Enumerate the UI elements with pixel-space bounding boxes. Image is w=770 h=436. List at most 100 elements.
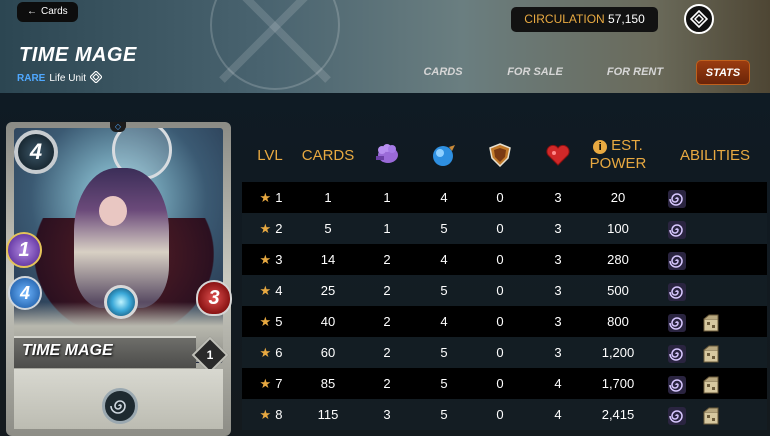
star-icon: ★ xyxy=(259,314,272,329)
spiral-ability-icon[interactable] xyxy=(662,306,692,337)
tab-for-rent[interactable]: FOR RENT xyxy=(598,60,672,85)
card-melee-stat: 1 xyxy=(6,232,42,268)
level-value: 6 xyxy=(275,345,283,360)
cards-cell: 60 xyxy=(320,345,336,360)
melee-cell: 1 xyxy=(383,221,391,236)
level-value: 2 xyxy=(275,221,283,236)
melee-cell: 2 xyxy=(383,376,391,391)
health-cell: 4 xyxy=(554,407,562,422)
table-row: ★ 1 1 1 4 0 3 20 xyxy=(242,182,767,213)
level-cell: ★ 8 xyxy=(242,399,300,430)
header-power-line2: POWER xyxy=(589,155,647,172)
header-abilities: ABILITIES xyxy=(679,146,751,164)
card-image: ◇ 4 1 4 3 TIME MAGE 1 xyxy=(6,122,232,436)
speed-cell: 5 xyxy=(440,407,448,422)
arrow-left-icon: ← xyxy=(27,6,37,17)
spiral-ability-icon[interactable] xyxy=(662,213,692,244)
crate-ability-icon[interactable] xyxy=(696,368,726,399)
level-value: 8 xyxy=(275,407,283,422)
spiral-ability-icon[interactable] xyxy=(662,337,692,368)
cards-cell: 14 xyxy=(320,252,336,267)
star-icon: ★ xyxy=(259,376,272,391)
spiral-ability-icon[interactable] xyxy=(662,399,692,430)
level-value: 7 xyxy=(275,376,283,391)
back-to-cards-button[interactable]: ← Cards xyxy=(17,2,78,22)
star-icon: ★ xyxy=(259,407,272,422)
card-level: 1 xyxy=(206,348,214,362)
header-power-line1: EST. xyxy=(611,137,643,154)
health-cell: 3 xyxy=(554,221,562,236)
speed-icon xyxy=(418,128,470,182)
speed-cell: 4 xyxy=(440,314,448,329)
power-cell: 1,200 xyxy=(601,345,635,360)
spiral-ability-icon[interactable] xyxy=(662,275,692,306)
cards-cell: 85 xyxy=(320,376,336,391)
cards-cell: 115 xyxy=(317,407,339,422)
armor-cell: 0 xyxy=(496,345,504,360)
tab-cards[interactable]: CARDS xyxy=(412,60,474,85)
table-row: ★ 5 40 2 4 0 3 800 xyxy=(242,306,767,337)
level-value: 5 xyxy=(275,314,283,329)
level-cell: ★ 2 xyxy=(242,213,300,244)
crate-ability-icon[interactable] xyxy=(696,399,726,430)
melee-fist-icon xyxy=(362,128,412,182)
table-row: ★ 8 115 3 5 0 4 2,415 xyxy=(242,399,767,430)
armor-cell: 0 xyxy=(496,221,504,236)
mana-cost: 4 xyxy=(14,130,58,174)
edition-icon xyxy=(89,70,103,86)
card-health-stat: 3 xyxy=(196,280,232,316)
header-est-power: i EST. POWER xyxy=(584,128,652,182)
armor-cell: 0 xyxy=(496,283,504,298)
spiral-ability-icon[interactable] xyxy=(102,388,138,424)
melee-cell: 2 xyxy=(383,314,391,329)
info-icon[interactable]: i xyxy=(593,140,608,154)
melee-cell: 2 xyxy=(383,252,391,267)
mage-face-art xyxy=(99,196,127,226)
cards-cell: 40 xyxy=(320,314,336,329)
back-button-label: Cards xyxy=(41,6,68,17)
health-cell: 3 xyxy=(554,283,562,298)
armor-cell: 0 xyxy=(496,314,504,329)
speed-cell: 5 xyxy=(440,376,448,391)
speed-cell: 4 xyxy=(440,252,448,267)
melee-cell: 2 xyxy=(383,345,391,360)
armor-cell: 0 xyxy=(496,376,504,391)
level-cell: ★ 3 xyxy=(242,244,300,275)
table-row: ★ 7 85 2 5 0 4 1,700 xyxy=(242,368,767,399)
melee-cell: 1 xyxy=(383,190,391,205)
card-subtitle: RARE Life Unit xyxy=(17,70,103,86)
power-cell: 1,700 xyxy=(601,376,635,391)
crate-ability-icon[interactable] xyxy=(696,337,726,368)
speed-cell: 5 xyxy=(440,345,448,360)
power-cell: 2,415 xyxy=(601,407,635,422)
tab-for-sale[interactable]: FOR SALE xyxy=(500,60,570,85)
spiral-ability-icon[interactable] xyxy=(662,182,692,213)
health-cell: 3 xyxy=(554,314,562,329)
table-row: ★ 2 5 1 5 0 3 100 xyxy=(242,213,767,244)
circulation-badge: CIRCULATION 57,150 xyxy=(511,7,658,32)
cards-cell: 5 xyxy=(324,221,332,236)
star-icon: ★ xyxy=(259,283,272,298)
compass-emblem xyxy=(210,0,340,90)
speed-cell: 5 xyxy=(440,221,448,236)
level-value: 4 xyxy=(275,283,283,298)
table-row: ★ 6 60 2 5 0 3 1,200 xyxy=(242,337,767,368)
level-cell: ★ 5 xyxy=(242,306,300,337)
edition-badge-icon[interactable] xyxy=(684,4,714,34)
star-icon: ★ xyxy=(259,221,272,236)
spiral-ability-icon[interactable] xyxy=(662,244,692,275)
armor-cell: 0 xyxy=(496,252,504,267)
cards-cell: 1 xyxy=(324,190,332,205)
table-row: ★ 4 25 2 5 0 3 500 xyxy=(242,275,767,306)
armor-cell: 0 xyxy=(496,190,504,205)
spiral-ability-icon[interactable] xyxy=(662,368,692,399)
circulation-label: CIRCULATION xyxy=(524,12,605,26)
table-row: ★ 3 14 2 4 0 3 280 xyxy=(242,244,767,275)
card-edition-icon: ◇ xyxy=(110,122,126,132)
tab-stats[interactable]: STATS xyxy=(696,60,750,85)
level-cell: ★ 6 xyxy=(242,337,300,368)
power-cell: 100 xyxy=(607,221,629,236)
crate-ability-icon[interactable] xyxy=(696,306,726,337)
health-heart-icon xyxy=(532,128,584,182)
level-cell: ★ 7 xyxy=(242,368,300,399)
